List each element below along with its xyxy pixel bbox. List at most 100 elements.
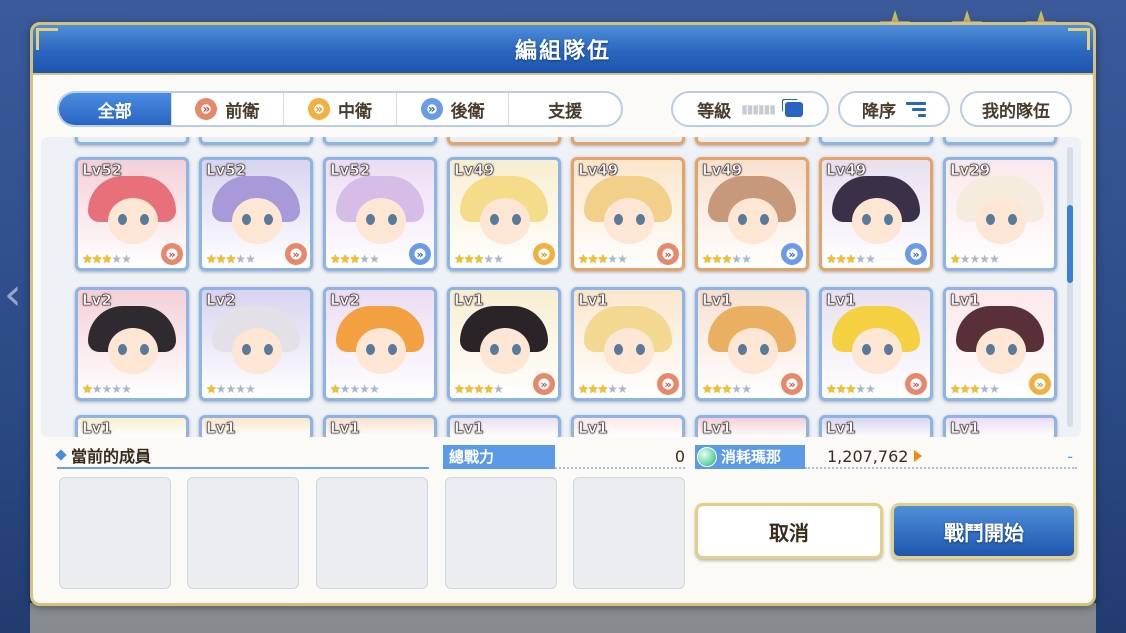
character-card-partial[interactable]: Lv1 [819, 415, 933, 437]
red-position-icon: » [905, 373, 927, 395]
character-eye [738, 344, 747, 355]
star-icon: ★ [617, 252, 628, 266]
character-card-partial[interactable]: Lv1 [571, 415, 685, 437]
character-eye [636, 344, 645, 355]
character-eye [388, 214, 397, 225]
character-card-partial[interactable] [199, 137, 313, 145]
character-eye [884, 214, 893, 225]
character-roster[interactable]: Lv52 ★★★★★» Lv52 ★★★★★» Lv52 ★★★★★» Lv49 ★★★★★»… [41, 137, 1081, 437]
star-icon: ★ [979, 252, 990, 266]
character-card[interactable]: Lv1 ★★★★★» [943, 287, 1057, 401]
start-battle-button[interactable]: 戰鬥開始 [891, 503, 1077, 559]
star-rating: ★★★★★ [454, 382, 504, 396]
character-level: Lv1 [454, 419, 484, 437]
red-position-icon: » [781, 373, 803, 395]
character-card[interactable]: Lv1 ★★★★★» [695, 287, 809, 401]
character-card[interactable]: Lv2 ★★★★★ [75, 287, 189, 401]
star-icon: ★ [950, 382, 961, 396]
star-icon: ★ [339, 382, 351, 396]
star-icon: ★ [741, 382, 752, 396]
star-icon: ★ [82, 382, 93, 396]
character-card[interactable]: Lv52 ★★★★★» [75, 157, 189, 271]
character-card-partial[interactable]: Lv1 [695, 415, 809, 437]
star-icon: ★ [330, 382, 341, 396]
character-card-partial[interactable]: Lv1 [199, 415, 313, 437]
my-team-button[interactable]: 我的隊伍 [960, 91, 1072, 127]
character-card[interactable]: Lv2 ★★★★★ [323, 287, 437, 401]
star-icon: ★ [731, 382, 742, 396]
tab-back[interactable]: » 後衛 [397, 93, 510, 125]
character-card[interactable]: Lv49 ★★★★★» [571, 157, 685, 271]
dialog-header: 編組隊伍 [33, 25, 1093, 75]
star-icon: ★ [835, 252, 847, 266]
star-icon: ★ [578, 252, 589, 266]
star-icon: ★ [111, 252, 122, 266]
character-card-partial[interactable]: Lv1 [323, 415, 437, 437]
character-card[interactable]: Lv1 ★★★★★» [447, 287, 561, 401]
character-card[interactable]: Lv52 ★★★★★» [199, 157, 313, 271]
character-card-partial[interactable] [943, 137, 1057, 145]
character-card[interactable]: Lv1 ★★★★★» [571, 287, 685, 401]
level-sort-button[interactable]: 等級 ▮▮▮▮▮▮ [671, 91, 829, 127]
mana-cost-label-text: 消耗瑪那 [721, 448, 782, 466]
character-eye [986, 214, 995, 225]
star-icon: ★ [979, 382, 990, 396]
character-card-partial[interactable] [323, 137, 437, 145]
character-card-partial[interactable] [75, 137, 189, 145]
star-icon: ★ [989, 252, 1000, 266]
star-icon: ★ [969, 382, 981, 396]
character-eye [1008, 344, 1017, 355]
team-slot-2[interactable] [187, 477, 299, 589]
character-eye [242, 344, 251, 355]
team-slot-3[interactable] [316, 477, 428, 589]
character-card[interactable]: Lv2 ★★★★★ [199, 287, 313, 401]
roster-scrollbar[interactable] [1067, 205, 1073, 283]
star-icon: ★ [741, 252, 752, 266]
tab-front[interactable]: » 前衛 [172, 93, 285, 125]
star-icon: ★ [235, 382, 246, 396]
character-level: Lv29 [950, 161, 991, 180]
roster-scroll-track[interactable] [1067, 147, 1073, 427]
character-card-partial[interactable] [695, 137, 809, 145]
star-rating: ★★★★★ [826, 382, 876, 396]
character-card[interactable]: Lv1 ★★★★★» [819, 287, 933, 401]
character-eye [1008, 214, 1017, 225]
team-slot-1[interactable] [59, 477, 171, 589]
star-icon: ★ [969, 252, 981, 266]
character-card-partial[interactable] [819, 137, 933, 145]
tab-middle[interactable]: » 中衛 [284, 93, 397, 125]
character-card-partial[interactable] [571, 137, 685, 145]
team-slot-4[interactable] [445, 477, 557, 589]
star-icon: ★ [711, 382, 723, 396]
character-card[interactable]: Lv49 ★★★★★» [695, 157, 809, 271]
star-icon: ★ [91, 252, 103, 266]
character-level: Lv2 [330, 291, 360, 310]
character-card-partial[interactable]: Lv1 [943, 415, 1057, 437]
character-card[interactable]: Lv49 ★★★★★» [447, 157, 561, 271]
character-card-partial[interactable]: Lv1 [75, 415, 189, 437]
mana-arrow-icon [914, 450, 923, 462]
character-card-partial[interactable]: Lv1 [447, 415, 561, 437]
star-icon: ★ [330, 252, 341, 266]
mana-cost-value: 1,207,762 [827, 447, 909, 466]
cancel-button[interactable]: 取消 [695, 503, 883, 559]
star-icon: ★ [826, 252, 837, 266]
mana-cost-value-box: 1,207,762 - [805, 445, 1077, 469]
character-card[interactable]: Lv49 ★★★★★» [819, 157, 933, 271]
tab-all[interactable]: 全部 [59, 93, 172, 125]
character-card[interactable]: Lv52 ★★★★★» [323, 157, 437, 271]
sort-order-button[interactable]: 降序 [838, 91, 950, 127]
star-rating: ★★★★★ [82, 252, 132, 266]
character-card-partial[interactable] [447, 137, 561, 145]
red-position-icon: » [657, 373, 679, 395]
character-eye [264, 214, 273, 225]
character-level: Lv1 [82, 419, 112, 437]
tab-support[interactable]: 支援 [509, 93, 621, 125]
character-level: Lv1 [330, 419, 360, 437]
character-face [604, 328, 654, 374]
star-rating: ★★★★★ [702, 252, 752, 266]
blue-position-icon: » [409, 243, 431, 265]
team-slot-5[interactable] [573, 477, 685, 589]
character-card[interactable]: Lv29 ★★★★★ [943, 157, 1057, 271]
total-power-value: 0 [555, 445, 685, 469]
